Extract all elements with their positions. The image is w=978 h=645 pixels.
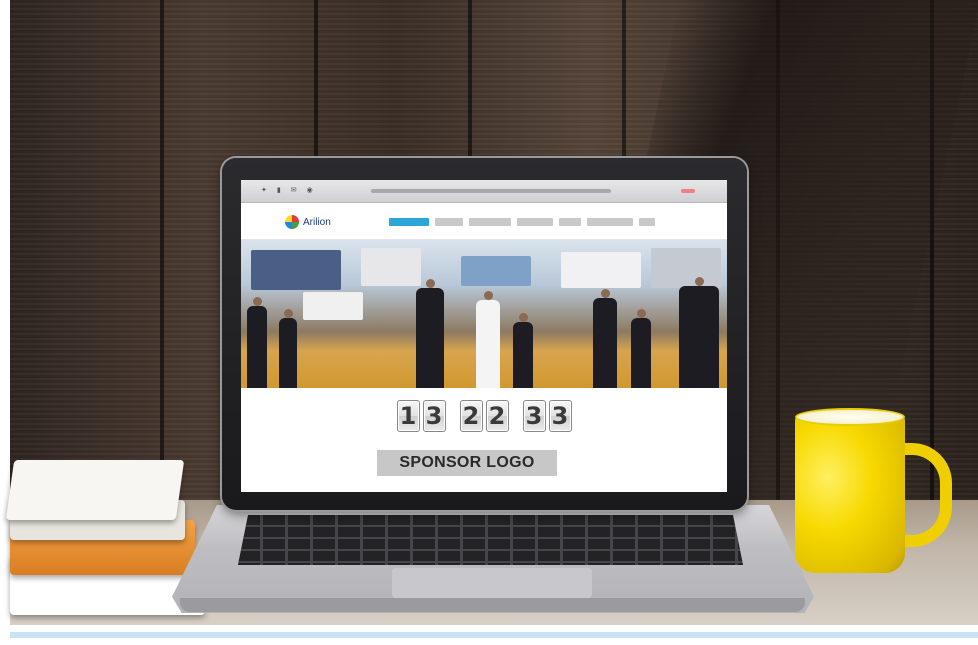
- yellow-mug: [795, 408, 952, 578]
- person: [593, 289, 617, 388]
- browser-toolbar: ✦ ▮ ✉ ◉: [241, 180, 727, 203]
- browser-indicator: [681, 189, 695, 193]
- person: [631, 309, 651, 388]
- nav-item-4[interactable]: [517, 218, 553, 226]
- site-logo[interactable]: Arilion: [285, 215, 331, 229]
- countdown-timer: 1 3 2 2 3 3: [241, 400, 727, 432]
- booth: [361, 248, 421, 286]
- nav-item-7[interactable]: [639, 218, 655, 226]
- logo-icon: [285, 215, 299, 229]
- twitter-icon[interactable]: ✦: [261, 186, 267, 194]
- social-icons: ✦ ▮ ✉ ◉: [261, 186, 313, 194]
- nav-item-5[interactable]: [559, 218, 581, 226]
- nav-menu: [389, 218, 655, 226]
- address-bar[interactable]: [371, 189, 611, 193]
- keyboard-rows: [238, 515, 743, 565]
- countdown-digit: 3: [522, 400, 546, 432]
- countdown-digit: 2: [485, 400, 509, 432]
- notebook-white-top: [5, 460, 185, 520]
- facebook-icon[interactable]: ▮: [277, 186, 281, 194]
- sponsor-logo-label: SPONSOR LOGO: [399, 454, 535, 471]
- booth: [251, 250, 341, 290]
- nav-item-6[interactable]: [587, 218, 633, 226]
- page-bottom-line: [10, 632, 978, 638]
- nav-item-home[interactable]: [389, 218, 429, 226]
- countdown-digit: 1: [396, 400, 420, 432]
- email-icon[interactable]: ✉: [291, 186, 297, 194]
- laptop-base-edge: [180, 598, 805, 612]
- booth-counter: [303, 292, 363, 320]
- countdown-digit: 2: [459, 400, 483, 432]
- nav-item-2[interactable]: [435, 218, 463, 226]
- person: [513, 313, 533, 388]
- nav-item-3[interactable]: [469, 218, 511, 226]
- person: [247, 297, 267, 388]
- countdown-group-1: 1 3: [396, 400, 446, 432]
- laptop-screen: ✦ ▮ ✉ ◉ Arilion 1 3 2 2 3 3 SPONSOR LOGO: [241, 180, 727, 492]
- countdown-group-2: 2 2: [459, 400, 509, 432]
- person: [416, 279, 444, 388]
- booth: [461, 256, 531, 286]
- mug-rim: [795, 408, 905, 426]
- countdown-digit: 3: [422, 400, 446, 432]
- photo-scene: ✦ ▮ ✉ ◉ Arilion 1 3 2 2 3 3 SPONSOR LOGO: [0, 0, 978, 645]
- mug-body: [795, 413, 905, 573]
- booth: [651, 248, 721, 288]
- site-navigation: Arilion: [241, 203, 727, 240]
- trackpad: [392, 568, 592, 598]
- logo-text: Arilion: [303, 216, 331, 228]
- countdown-digit: 3: [548, 400, 572, 432]
- person: [679, 277, 719, 388]
- sponsor-logo-box[interactable]: SPONSOR LOGO: [377, 450, 557, 476]
- person: [476, 291, 500, 388]
- person: [279, 309, 297, 388]
- booth: [561, 252, 641, 288]
- rss-icon[interactable]: ◉: [307, 186, 313, 194]
- hero-image-expo-crowd: [241, 240, 727, 388]
- countdown-group-3: 3 3: [522, 400, 572, 432]
